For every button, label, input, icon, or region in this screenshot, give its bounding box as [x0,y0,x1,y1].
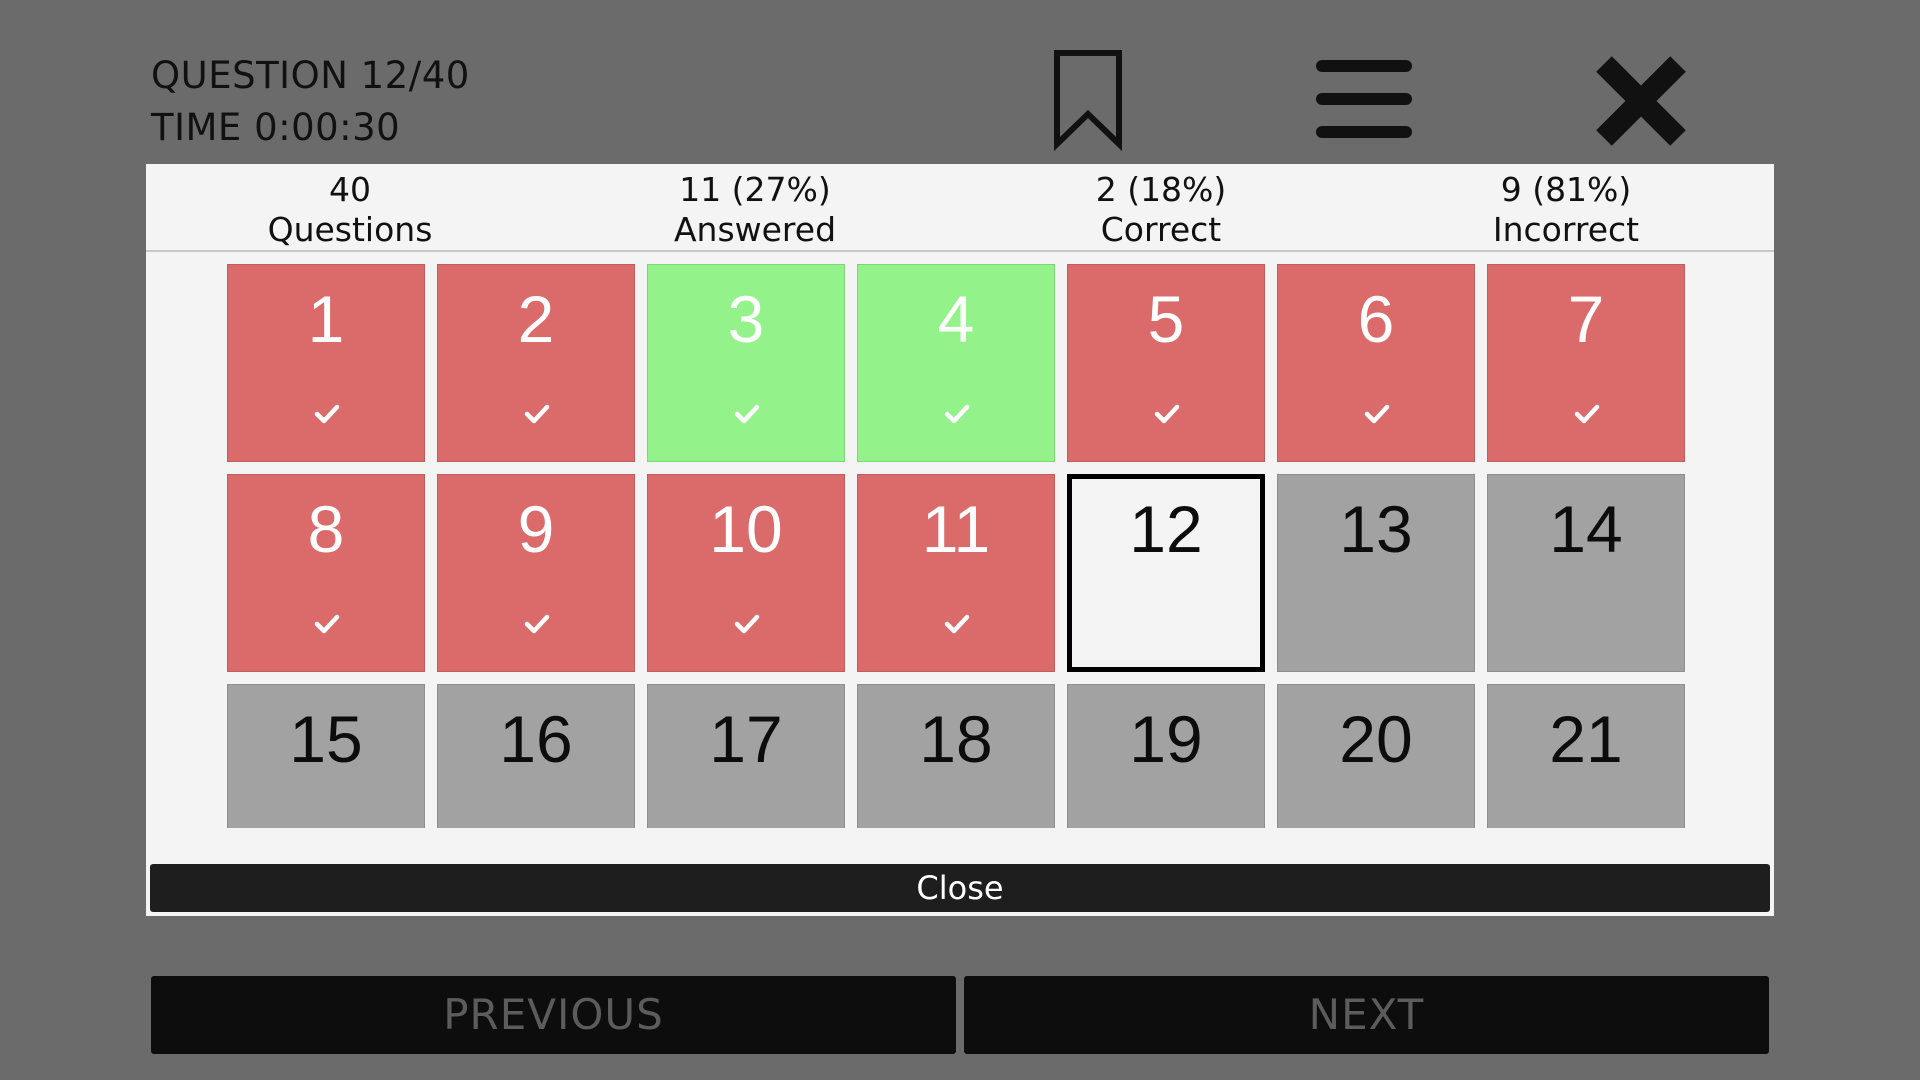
check-icon [524,404,550,424]
question-number: 14 [1549,492,1623,566]
question-number: 11 [921,492,991,566]
question-number: 5 [1147,282,1185,356]
bookmark-icon [1054,50,1122,152]
question-tile-19[interactable]: 19 [1067,684,1265,828]
close-icon [1596,56,1686,146]
quiz-header-info: QUESTION 12/40 TIME 0:00:30 [151,50,470,154]
question-number: 13 [1339,492,1413,566]
check-icon [1154,404,1180,424]
stat-questions: 40 Questions [150,170,550,250]
question-tile-18[interactable]: 18 [857,684,1055,828]
question-tile-9[interactable]: 9 [437,474,635,672]
check-icon [944,614,970,634]
question-number: 10 [709,492,783,566]
question-tile-8[interactable]: 8 [227,474,425,672]
stat-value: 9 (81%) [1500,170,1632,209]
question-number: 12 [1129,492,1203,566]
check-icon [314,614,340,634]
menu-button[interactable] [1316,58,1412,140]
check-icon [524,614,550,634]
stat-label: Answered [673,210,837,249]
previous-button[interactable]: PREVIOUS [151,976,956,1054]
question-number: 18 [919,702,993,776]
question-tile-17[interactable]: 17 [647,684,845,828]
check-icon [944,404,970,424]
check-icon [1574,404,1600,424]
question-number: 16 [499,702,573,776]
question-tile-11[interactable]: 11 [857,474,1055,672]
stat-label: Correct [1100,210,1222,249]
question-tile-13[interactable]: 13 [1277,474,1475,672]
question-overview-panel: 40 Questions 11 (27%) Answered 2 (18%) C… [146,164,1774,916]
exit-quiz-button[interactable] [1592,52,1690,150]
question-tile-7[interactable]: 7 [1487,264,1685,462]
hamburger-menu-icon [1316,60,1412,138]
question-tile-1[interactable]: 1 [227,264,425,462]
question-number: 4 [937,282,975,356]
question-counter: QUESTION 12/40 [151,54,470,97]
question-number: 21 [1549,702,1623,776]
question-tile-4[interactable]: 4 [857,264,1055,462]
question-tile-14[interactable]: 14 [1487,474,1685,672]
next-button[interactable]: NEXT [964,976,1769,1054]
question-tile-12[interactable]: 12 [1067,474,1265,672]
question-number: 17 [709,702,783,776]
question-number: 7 [1567,282,1605,356]
stat-answered: 11 (27%) Answered [555,170,955,250]
question-tile-16[interactable]: 16 [437,684,635,828]
stat-correct: 2 (18%) Correct [961,170,1361,250]
question-tile-3[interactable]: 3 [647,264,845,462]
question-number: 3 [727,282,765,356]
question-number: 20 [1339,702,1413,776]
question-tile-21[interactable]: 21 [1487,684,1685,828]
question-tile-10[interactable]: 10 [647,474,845,672]
quiz-screen: QUESTION 12/40 TIME 0:00:30 40 Questions… [0,0,1920,1080]
question-number: 6 [1357,282,1395,356]
question-tile-2[interactable]: 2 [437,264,635,462]
question-number: 8 [307,492,345,566]
question-grid: 1 2 3 4 5 6 7 8 9 10 11 12 13 14 15 16 17 18 19 20 21 [146,252,1774,828]
question-tile-20[interactable]: 20 [1277,684,1475,828]
question-tile-6[interactable]: 6 [1277,264,1475,462]
stat-value: 2 (18%) [1095,170,1227,209]
question-number: 15 [289,702,363,776]
stat-label: Questions [267,210,433,249]
stat-value: 40 [329,170,371,209]
question-number: 19 [1129,702,1203,776]
stat-value: 11 (27%) [679,170,831,209]
elapsed-time: TIME 0:00:30 [151,106,401,149]
question-tile-5[interactable]: 5 [1067,264,1265,462]
question-tile-15[interactable]: 15 [227,684,425,828]
check-icon [1364,404,1390,424]
stat-label: Incorrect [1492,210,1640,249]
check-icon [314,404,340,424]
stats-bar: 40 Questions 11 (27%) Answered 2 (18%) C… [146,164,1774,252]
stat-incorrect: 9 (81%) Incorrect [1366,170,1766,250]
question-number: 9 [517,492,555,566]
bookmark-button[interactable] [1052,48,1124,152]
check-icon [734,614,760,634]
question-number: 1 [307,282,345,356]
close-button[interactable]: Close [150,864,1770,912]
check-icon [734,404,760,424]
question-number: 2 [517,282,555,356]
